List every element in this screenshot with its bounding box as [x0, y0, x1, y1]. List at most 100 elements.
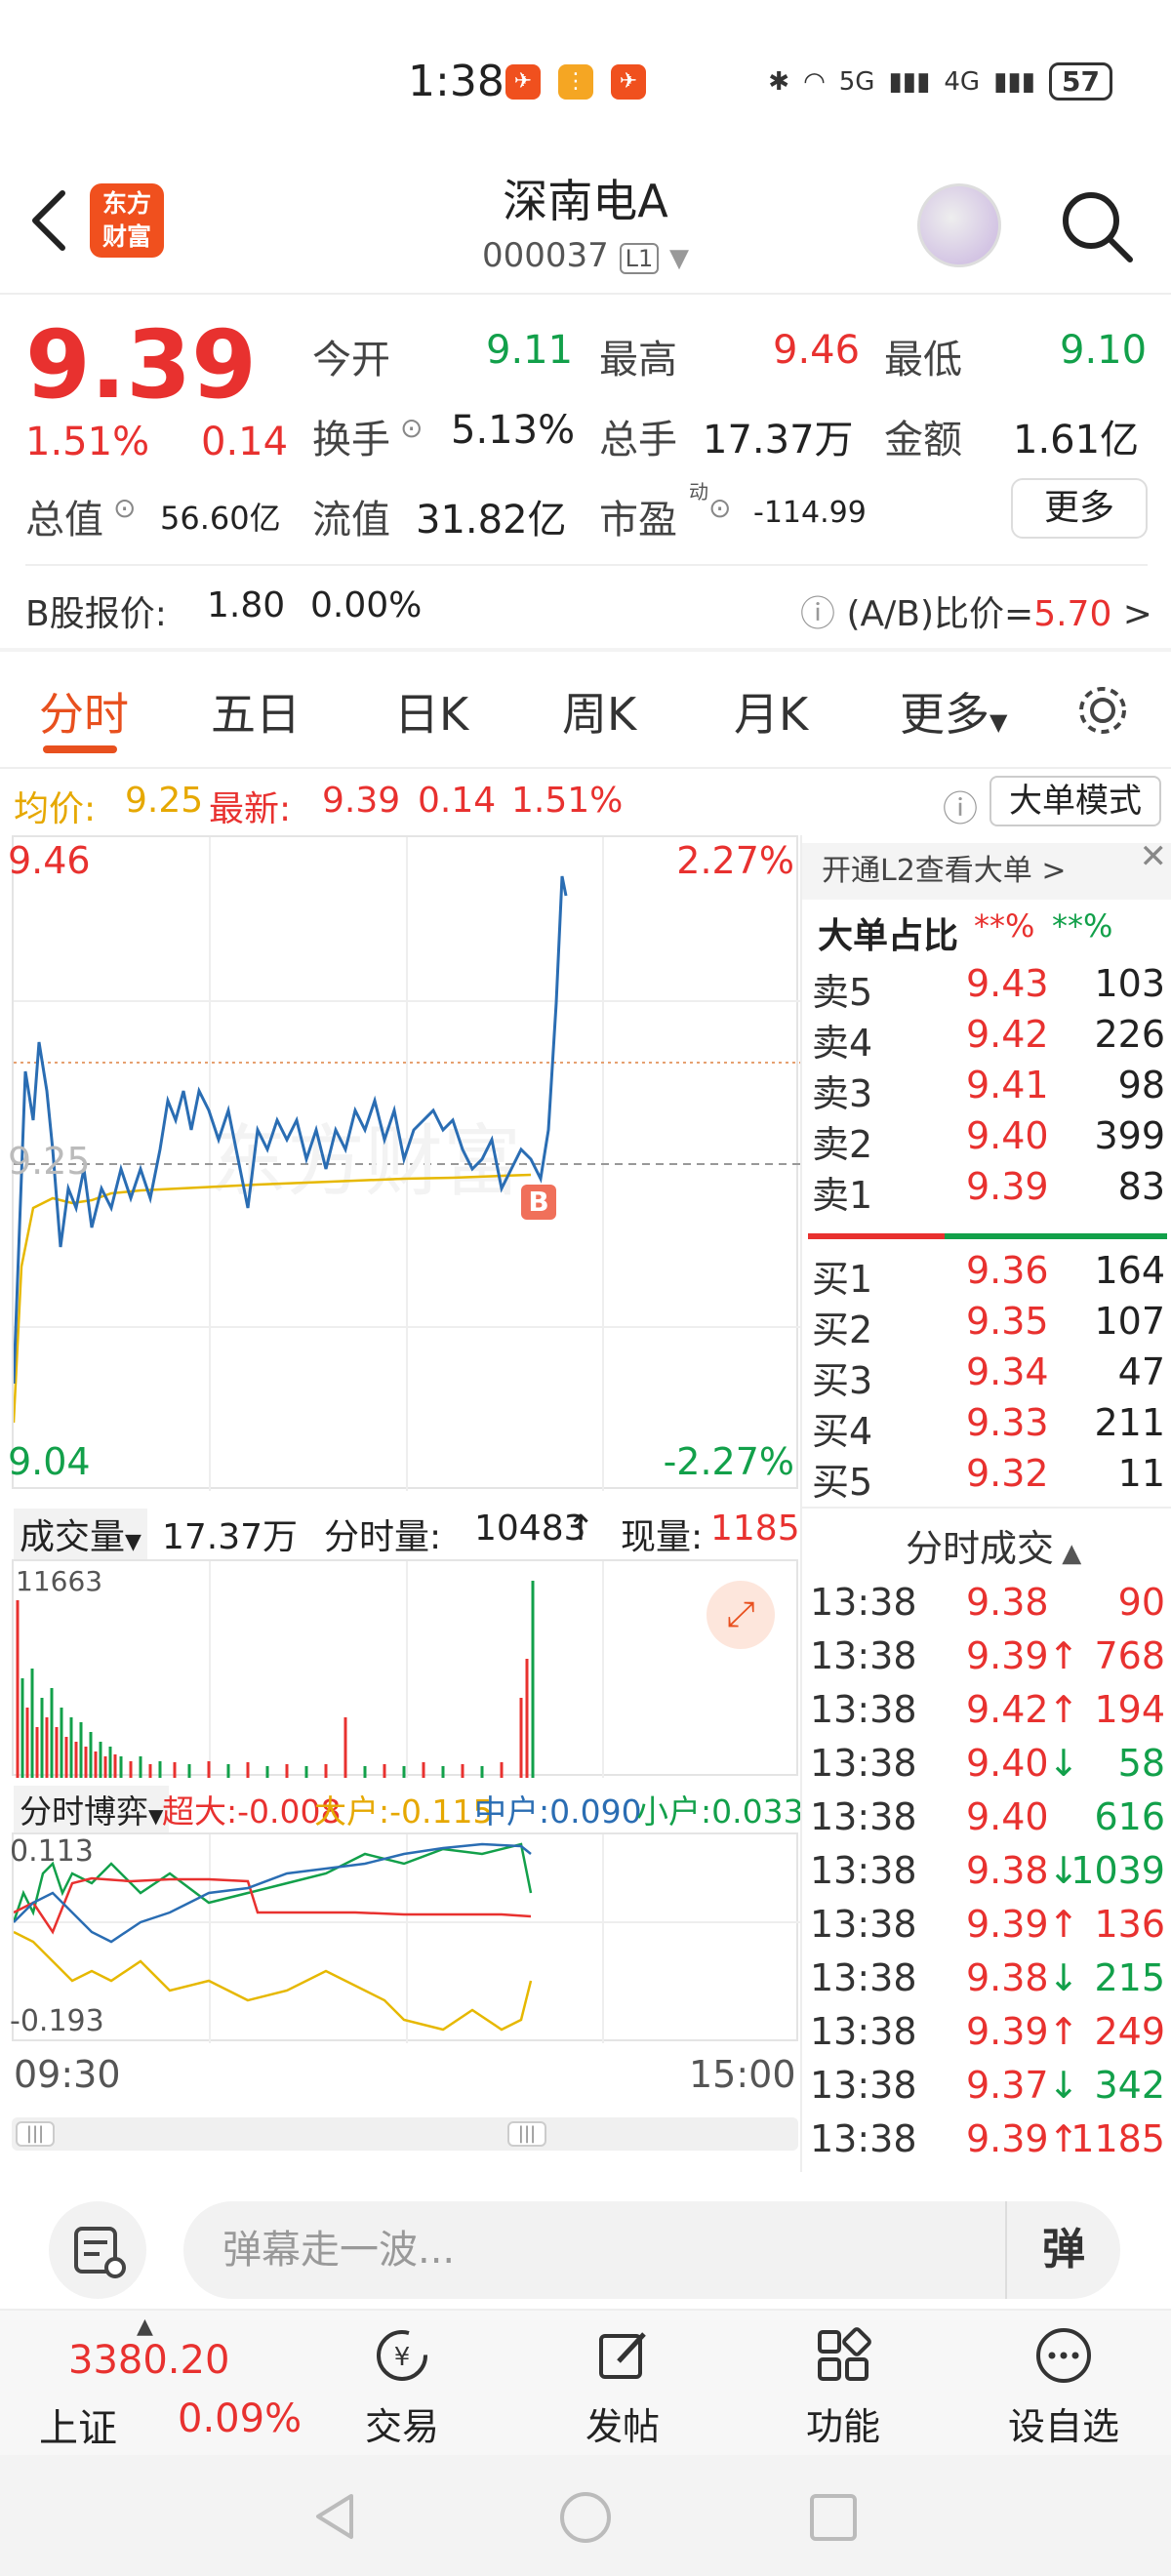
trade-time: 13:38 [810, 1742, 917, 1785]
tab-day-k[interactable]: 日K [394, 679, 468, 744]
index-value: 3380.20 [68, 2338, 230, 2383]
divider [802, 1507, 1171, 1509]
order-label: 卖2 [812, 1123, 873, 1166]
intraday-chart[interactable]: 东方财富 9.46 2.27% 9.25 9.04 -2.27% B [8, 835, 800, 1491]
float-label: 流值 [312, 498, 390, 543]
comment-input[interactable]: 弹幕走一波... [183, 2201, 1120, 2299]
recents-nav-icon[interactable] [808, 2492, 859, 2543]
back-button[interactable] [27, 185, 70, 271]
trade-volume: 58 [1117, 1742, 1165, 1785]
help-icon[interactable]: ⓘ [943, 781, 978, 831]
volume-chart[interactable]: 11663 ⤢ [12, 1559, 798, 1778]
trade-row: 13:38 9.38 ↓ 215 [802, 1956, 1171, 2010]
home-nav-icon[interactable] [558, 2490, 613, 2545]
tab-more[interactable]: 更多▼ [900, 679, 1007, 744]
expand-icon[interactable]: ⤢ [707, 1581, 775, 1649]
trade-price: 9.39 [966, 1903, 1049, 1946]
order-volume: 47 [1117, 1350, 1165, 1393]
trade-time: 13:38 [810, 2010, 917, 2053]
wifi-icon: ◠ [803, 66, 826, 97]
order-book-row: 卖3 9.41 98 [802, 1064, 1171, 1115]
l2-upgrade-link[interactable]: 开通L2查看大单 > [802, 843, 1171, 900]
chevron-down-icon: ▼ [669, 244, 690, 273]
trade-price: 9.38 [966, 1849, 1049, 1892]
tab-month-k[interactable]: 月K [734, 679, 808, 744]
latest-pct: 1.51% [511, 781, 624, 821]
bluetooth-icon: ✱ [768, 66, 790, 97]
nav-add-watchlist[interactable]: 设自选 [956, 2311, 1171, 2457]
ab-ratio[interactable]: ⓘ (A/B)比价=5.70 > [800, 585, 1152, 636]
nav-trade[interactable]: ¥ 交易 [295, 2311, 509, 2457]
trade-volume: 215 [1094, 1956, 1165, 1999]
settings-button[interactable] [1073, 681, 1132, 744]
deals-title[interactable]: 分时成交 ▲ [906, 1518, 1081, 1572]
intraday-chart-svg: 东方财富 [12, 837, 800, 1491]
game-top-value: 0.113 [10, 1834, 94, 1869]
change-pct: 1.51% [25, 420, 150, 464]
tab-week-k[interactable]: 周K [562, 679, 636, 744]
order-price: 9.32 [966, 1452, 1049, 1495]
robot-assistant-icon[interactable] [917, 183, 1001, 267]
trade-price: 9.40 [966, 1795, 1049, 1838]
large-legend: 大户:-0.115 [314, 1792, 494, 1831]
svg-text:¥: ¥ [394, 2343, 411, 2372]
latest-change: 0.14 [418, 781, 497, 821]
volume-selector[interactable]: 成交量▼ [14, 1509, 147, 1559]
chart-scroller[interactable]: ||| ||| [12, 2117, 798, 2151]
order-book-panel: 开通L2查看大单 > ✕ 大单占比 **% **% 卖5 9.43 103 卖4 9.4… [800, 835, 1171, 2172]
order-book-row: 卖5 9.43 103 [802, 962, 1171, 1014]
trade-row: 13:38 9.40 616 [802, 1795, 1171, 1849]
divider [25, 564, 1148, 566]
index-pct: 0.09% [178, 2396, 303, 2441]
pe-sup: 动 [689, 480, 708, 503]
trade-price: 9.39 [966, 2010, 1049, 2053]
tab-five-day[interactable]: 五日 [211, 679, 301, 744]
order-volume: 211 [1094, 1401, 1165, 1444]
chart-bottom-pct: -2.27% [663, 1440, 794, 1483]
nav-post[interactable]: 发帖 [515, 2311, 730, 2457]
scroll-handle-left[interactable]: ||| [16, 2121, 55, 2147]
info-icon[interactable]: ⊙ [400, 412, 423, 444]
ratio-bar-green [945, 1233, 1167, 1239]
game-chart[interactable]: 0.113 -0.193 [10, 1832, 800, 2043]
order-volume: 11 [1117, 1452, 1165, 1495]
buy-marker[interactable]: B [521, 1185, 556, 1220]
mid-legend: 中户:0.090 [474, 1792, 642, 1831]
back-nav-icon[interactable] [308, 2490, 361, 2543]
order-price: 9.35 [966, 1300, 1049, 1343]
order-label: 卖1 [812, 1174, 873, 1217]
notification-icon: ✈ [505, 64, 541, 100]
comment-send-button[interactable]: 弹 [1005, 2201, 1120, 2299]
order-label: 买5 [812, 1461, 873, 1504]
close-icon[interactable]: ✕ [1140, 837, 1168, 876]
turnover-value: 5.13% [451, 408, 576, 453]
level-badge: L1 [619, 243, 660, 274]
volume-max-label: 11663 [16, 1565, 103, 1597]
scroll-handle-right[interactable]: ||| [507, 2121, 546, 2147]
search-button[interactable] [1058, 187, 1136, 265]
avg-label: 均价: [14, 789, 97, 829]
order-book-row: 买4 9.33 211 [802, 1401, 1171, 1453]
nav-functions[interactable]: 功能 [736, 2311, 950, 2457]
trade-direction-icon: ↓ [1048, 1742, 1079, 1785]
comment-list-button[interactable] [49, 2201, 146, 2299]
current-volume-value: 1185 [710, 1509, 800, 1549]
info-icon[interactable]: ⊙ [708, 492, 731, 524]
game-bottom-value: -0.193 [10, 2004, 104, 2038]
order-price: 9.34 [966, 1350, 1049, 1393]
small-legend: 小户:0.033 [636, 1792, 804, 1831]
low-label: 最低 [884, 338, 962, 382]
tab-minute[interactable]: 分时 [39, 679, 129, 744]
more-button[interactable]: 更多 [1011, 478, 1148, 539]
up-arrow-icon: ↑ [566, 1509, 596, 1549]
big-order-mode-button[interactable]: 大单模式 [989, 776, 1161, 826]
game-selector[interactable]: 分时博弈▼ [14, 1786, 170, 1832]
trade-time: 13:38 [810, 1795, 917, 1838]
info-icon[interactable]: ⊙ [113, 492, 136, 524]
chart-bottom-price: 9.04 [8, 1440, 91, 1483]
mktcap-value: 56.60亿 [160, 500, 281, 537]
edit-icon [599, 2332, 646, 2379]
index-ticker[interactable]: 3380.20 上证 0.09% [0, 2311, 312, 2457]
notification-icon: ✈ [611, 64, 646, 100]
app-header: 深南电A 000037 L1 ▼ 东方 财富 [0, 166, 1171, 295]
